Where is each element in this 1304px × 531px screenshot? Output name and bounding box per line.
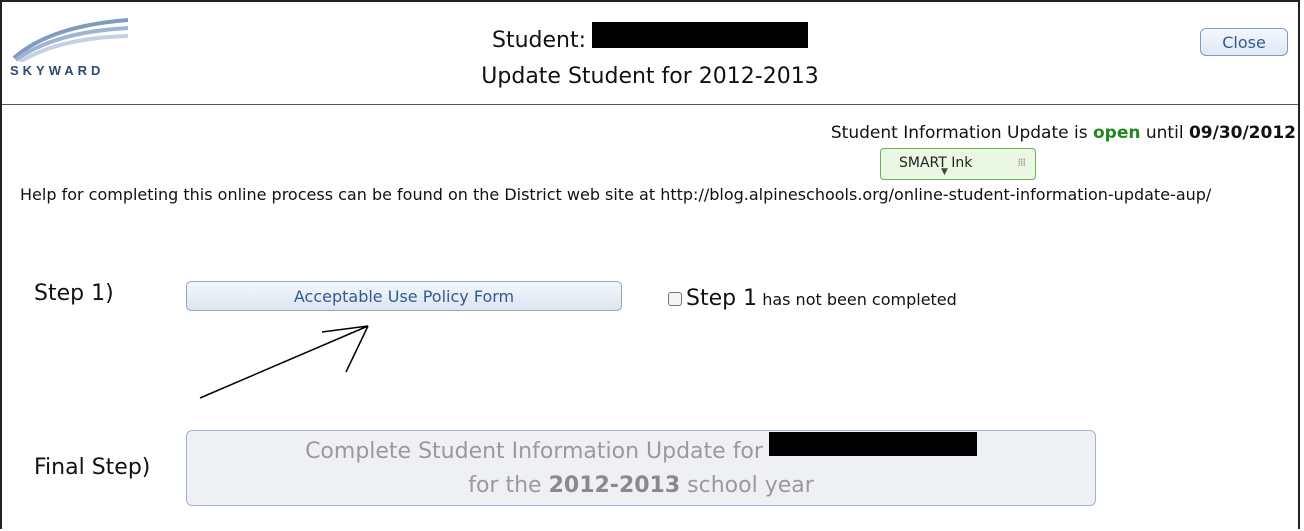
- final-line2: for the 2012-2013 school year: [187, 473, 1095, 498]
- complete-update-button[interactable]: Complete Student Information Update for …: [186, 430, 1096, 506]
- redacted-student-name-2: [768, 432, 977, 456]
- final-year: 2012-2013: [548, 473, 681, 498]
- final-line2-suffix: school year: [687, 473, 814, 498]
- final-line2-prefix: for the: [468, 473, 542, 498]
- final-line1: Complete Student Information Update for: [187, 432, 1095, 464]
- final-line1-text: Complete Student Information Update for: [305, 439, 763, 464]
- final-step-label: Final Step): [34, 455, 151, 480]
